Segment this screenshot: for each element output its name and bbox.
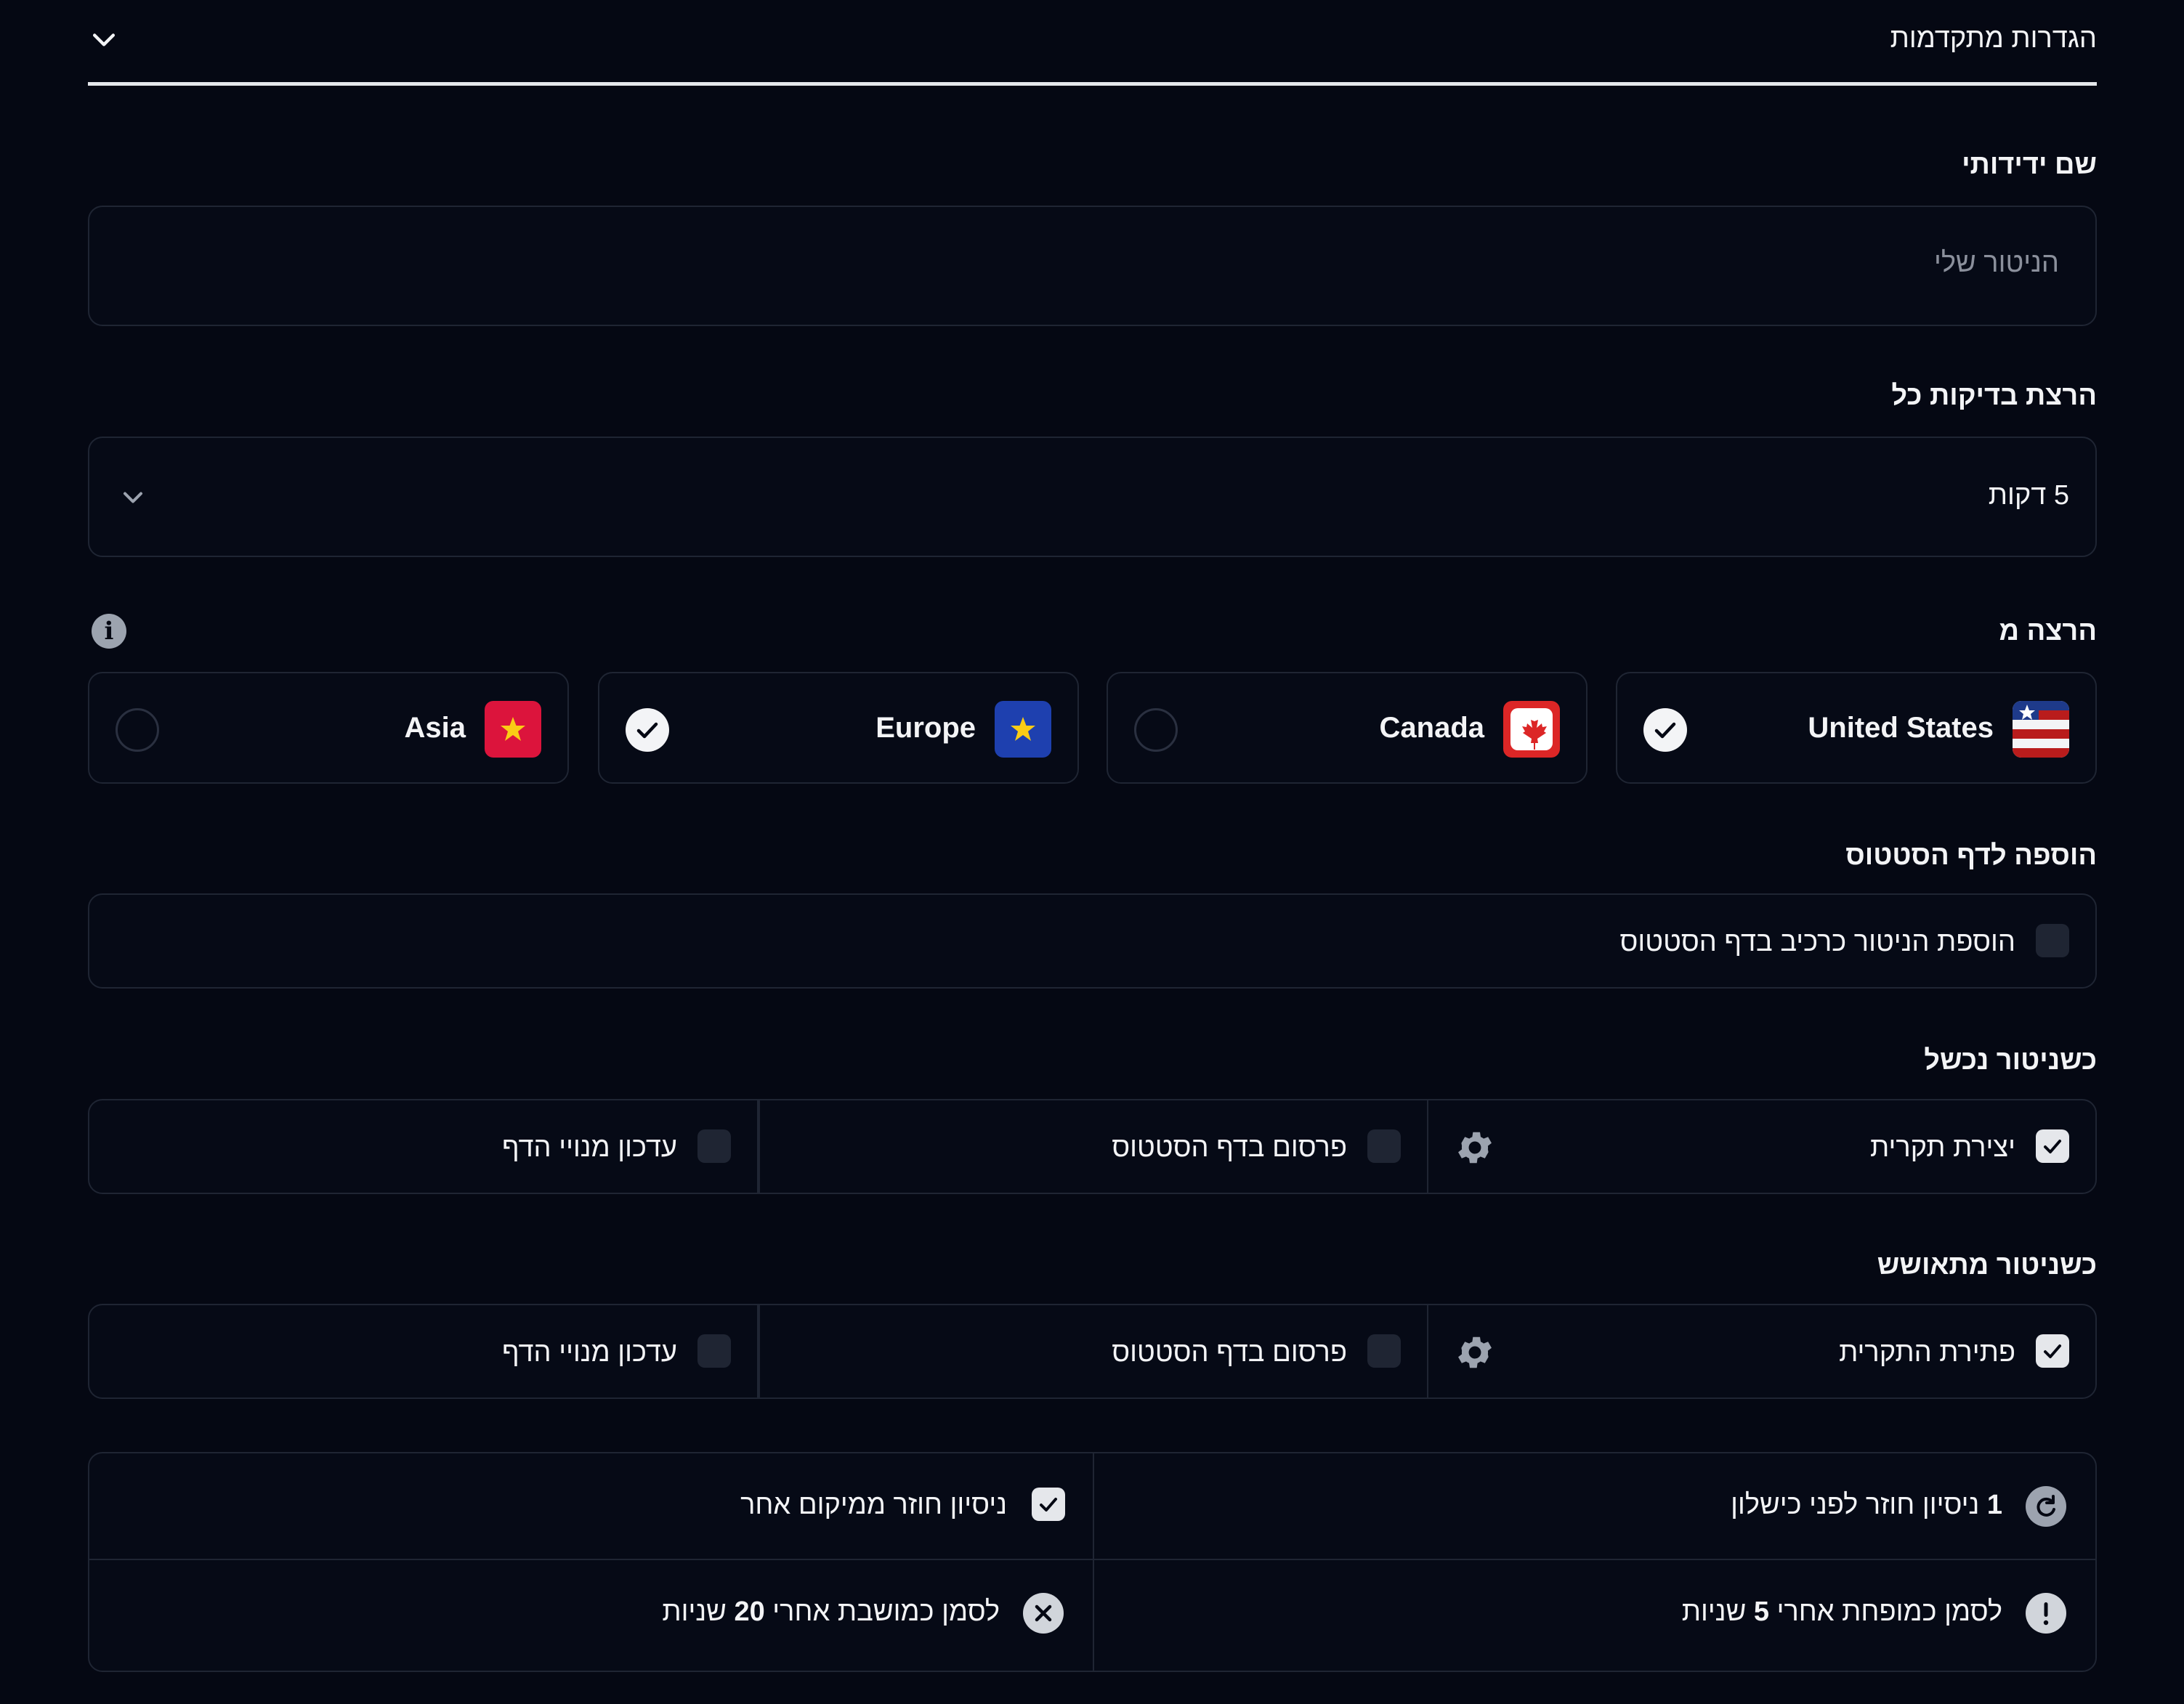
failed-threshold-text: לסמן כמושבת אחרי 20 שניות (662, 1597, 1000, 1628)
retry-count-text: 1 ניסיון חוזר לפני כישלון (1731, 1490, 2002, 1521)
on-failure-label: כשניטור נכשל (1924, 1045, 2097, 1076)
degraded-threshold-cell[interactable]: לסמן כמופחת אחרי 5 שניות (1092, 1560, 2095, 1666)
interval-select[interactable]: 5 דקות (88, 437, 2097, 557)
retry-count-value[interactable]: 1 (1987, 1490, 2002, 1520)
status-page-checkbox[interactable] (2036, 924, 2069, 957)
publish-status-option[interactable]: פרסום בדף הסטטוס (759, 1099, 1428, 1194)
create-incident-text: יצירת תקרית (1869, 1132, 2015, 1163)
retry-other-location-cell[interactable]: ניסיון חוזר ממיקום אחר (89, 1453, 1093, 1559)
location-name: Asia (404, 712, 466, 744)
location-card-united-states[interactable]: United States (1616, 672, 2097, 784)
run-from-label: הרצה מ (1999, 616, 2097, 646)
status-page-option[interactable]: הוספת הניטור כרכיב בדף הסטטוס (88, 893, 2097, 989)
location-check-icon[interactable] (626, 708, 669, 752)
resolve-incident-checkbox[interactable] (2036, 1334, 2069, 1368)
retry-settings-grid: 1 ניסיון חוזר לפני כישלון ניסיון חוזר ממ… (88, 1452, 2097, 1672)
notify-subscribers-text: עדכון מנויי הדף (501, 1337, 677, 1368)
failed-prefix: לסמן כמושבת אחרי (772, 1597, 1000, 1627)
on-recovery-options: פתירת התקרית פרסום בדף הסטטוס עדכון מנוי… (88, 1304, 2097, 1399)
interval-label: הרצת בדיקות כל (1891, 381, 2097, 411)
location-name: Canada (1379, 712, 1485, 744)
publish-status-option[interactable]: פרסום בדף הסטטוס (759, 1304, 1428, 1399)
notify-subscribers-option[interactable]: עדכון מנויי הדף (88, 1099, 759, 1194)
asia-flag-icon (485, 701, 541, 758)
notify-subscribers-checkbox[interactable] (697, 1129, 731, 1163)
eu-flag-icon (995, 701, 1051, 758)
publish-status-checkbox[interactable] (1367, 1129, 1401, 1163)
failed-value[interactable]: 20 (734, 1597, 764, 1627)
publish-status-text: פרסום בדף הסטטוס (1112, 1132, 1347, 1163)
exclamation-icon (2026, 1593, 2066, 1634)
friendly-name-input[interactable]: הניטור שלי (88, 206, 2097, 326)
location-radio-empty[interactable] (116, 708, 159, 752)
friendly-name-placeholder: הניטור שלי (1933, 248, 2059, 278)
status-page-option-text: הוספת הניטור כרכיב בדף הסטטוס (1619, 927, 2015, 957)
retry-other-location-checkbox[interactable] (1032, 1488, 1065, 1521)
on-failure-options: יצירת תקרית פרסום בדף הסטטוס עדכון מנויי… (88, 1099, 2097, 1194)
publish-status-text: פרסום בדף הסטטוס (1112, 1337, 1347, 1368)
retry-count-cell[interactable]: 1 ניסיון חוזר לפני כישלון (1092, 1453, 2095, 1559)
create-incident-checkbox[interactable] (2036, 1129, 2069, 1163)
notify-subscribers-text: עדכון מנויי הדף (501, 1132, 677, 1163)
degraded-value[interactable]: 5 (1754, 1597, 1769, 1627)
friendly-name-label: שם ידידותי (1962, 150, 2097, 180)
retry-count-label: ניסיון חוזר לפני כישלון (1731, 1490, 1980, 1520)
location-radio-empty[interactable] (1134, 708, 1178, 752)
notify-subscribers-option[interactable]: עדכון מנויי הדף (88, 1304, 759, 1399)
on-recovery-label: כשניטור מתאושש (1877, 1250, 2097, 1281)
canada-flag-icon (1503, 701, 1560, 758)
degraded-threshold-text: לסמן כמופחת אחרי 5 שניות (1682, 1597, 2002, 1628)
gear-icon[interactable] (1454, 1127, 1496, 1169)
chevron-down-icon[interactable] (88, 23, 120, 55)
advanced-settings-title: הגדרות מתקדמות (1890, 23, 2097, 54)
degraded-prefix: לסמן כמופחת אחרי (1776, 1597, 2002, 1627)
location-card-europe[interactable]: Europe (598, 672, 1079, 784)
failed-suffix: שניות (662, 1597, 727, 1627)
info-icon[interactable]: i (92, 614, 126, 649)
resolve-incident-text: פתירת התקרית (1839, 1337, 2015, 1368)
interval-value: 5 דקות (1988, 480, 2069, 511)
degraded-suffix: שניות (1681, 1597, 1747, 1627)
x-circle-icon (1023, 1593, 1064, 1634)
location-name: United States (1808, 712, 1994, 744)
failed-threshold-cell[interactable]: לסמן כמושבת אחרי 20 שניות (89, 1560, 1093, 1666)
us-flag-icon (2013, 701, 2069, 758)
resolve-incident-option[interactable]: פתירת התקרית (1423, 1304, 2097, 1399)
create-incident-option[interactable]: יצירת תקרית (1423, 1099, 2097, 1194)
location-card-asia[interactable]: Asia (88, 672, 569, 784)
refresh-icon (2026, 1486, 2066, 1527)
location-name: Europe (875, 712, 976, 744)
notify-subscribers-checkbox[interactable] (697, 1334, 731, 1368)
retry-other-location-text: ניסיון חוזר ממיקום אחר (740, 1490, 1007, 1520)
publish-status-checkbox[interactable] (1367, 1334, 1401, 1368)
chevron-down-icon (117, 482, 149, 514)
gear-icon[interactable] (1454, 1331, 1496, 1374)
advanced-settings-header[interactable]: הגדרות מתקדמות (88, 0, 2097, 86)
location-card-canada[interactable]: Canada (1107, 672, 1588, 784)
status-page-label: הוספה לדף הסטטוס (1845, 840, 2097, 871)
location-check-icon[interactable] (1643, 708, 1687, 752)
